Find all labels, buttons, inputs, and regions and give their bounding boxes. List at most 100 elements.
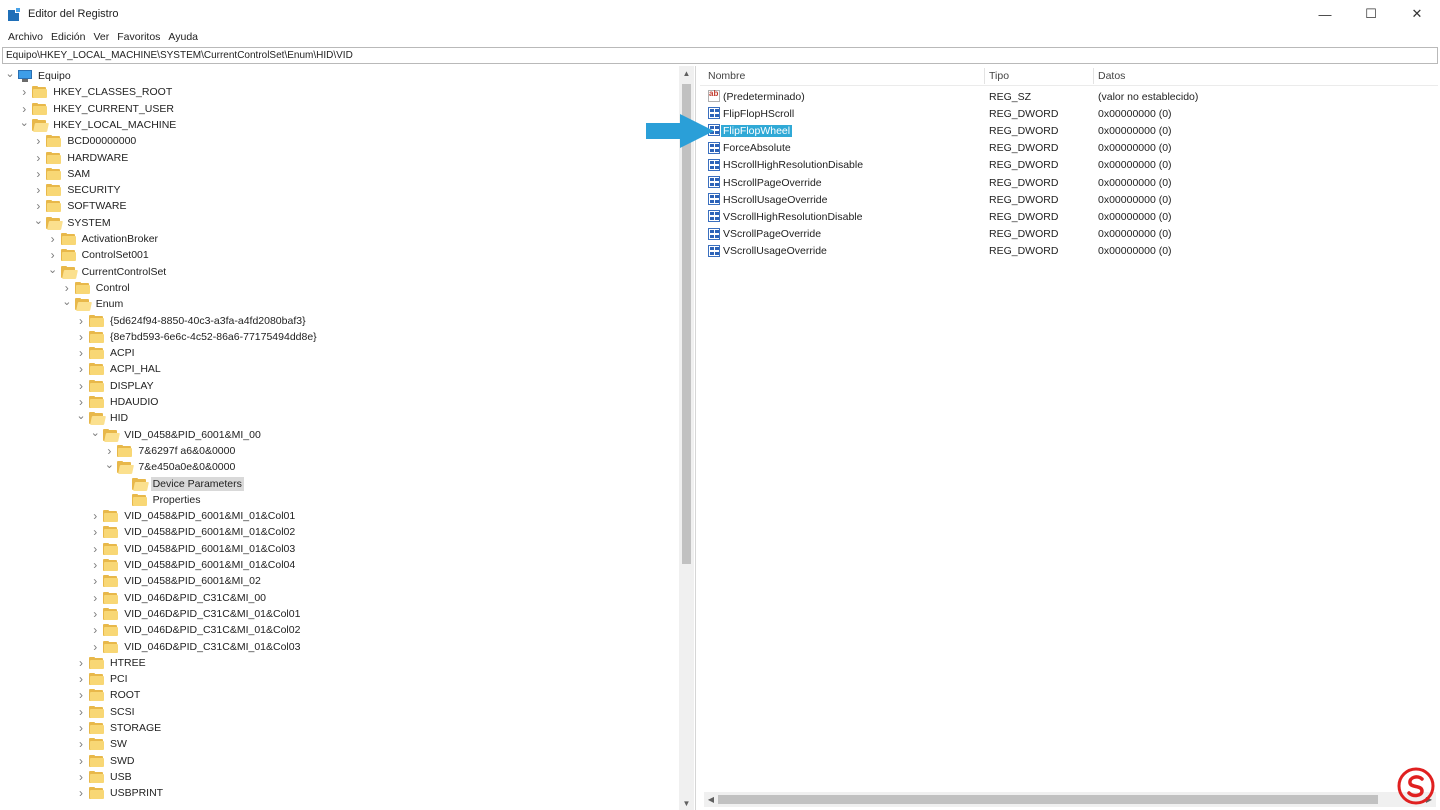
tree-node[interactable]: › BCD00000000 [32, 133, 138, 149]
tree-node[interactable]: › VID_046D&PID_C31C&MI_00 [89, 590, 268, 606]
chevron-right-icon[interactable]: › [75, 313, 87, 329]
chevron-down-icon[interactable]: ⌄ [47, 261, 59, 277]
chevron-right-icon[interactable]: › [75, 785, 87, 801]
tree-node[interactable]: › HARDWARE [32, 150, 130, 166]
chevron-right-icon[interactable]: › [89, 573, 101, 589]
tree-node[interactable]: › VID_0458&PID_6001&MI_01&Col04 [89, 557, 297, 573]
tree-node[interactable]: › {8e7bd593-6e6c-4c52-86a6-77175494dd8e} [75, 329, 319, 345]
tree-node[interactable]: › SCSI [75, 704, 137, 720]
tree-node[interactable]: Properties [118, 492, 203, 508]
column-divider[interactable] [1093, 68, 1094, 84]
close-button[interactable]: ✕ [1394, 0, 1440, 28]
tree-node[interactable]: › HKEY_CURRENT_USER [18, 101, 176, 117]
value-row[interactable]: VScrollUsageOverride REG_DWORD 0x00000000 … [700, 243, 1438, 260]
minimize-button[interactable]: — [1302, 0, 1348, 28]
chevron-right-icon[interactable]: › [89, 590, 101, 606]
chevron-down-icon[interactable]: ⌄ [75, 408, 87, 424]
tree-node[interactable]: › VID_0458&PID_6001&MI_01&Col01 [89, 508, 297, 524]
chevron-right-icon[interactable]: › [89, 557, 101, 573]
tree-node[interactable]: › HTREE [75, 655, 148, 671]
menu-ayuda[interactable]: Ayuda [164, 31, 202, 43]
chevron-right-icon[interactable]: › [32, 150, 44, 166]
chevron-right-icon[interactable]: › [75, 769, 87, 785]
chevron-right-icon[interactable]: › [18, 84, 30, 100]
tree-node[interactable]: › VID_046D&PID_C31C&MI_01&Col03 [89, 639, 302, 655]
tree-node[interactable]: › PCI [75, 671, 130, 687]
chevron-down-icon[interactable]: ⌄ [89, 424, 101, 440]
column-divider[interactable] [984, 68, 985, 84]
tree-node[interactable]: › 7&6297f a6&0&0000 [103, 443, 237, 459]
list-scroll-thumb[interactable] [718, 795, 1378, 804]
tree-node[interactable]: › VID_046D&PID_C31C&MI_01&Col01 [89, 606, 302, 622]
menu-edicion[interactable]: Edición [47, 31, 89, 43]
value-row[interactable]: FlipFlopWheel REG_DWORD 0x00000000 (0) [700, 122, 1438, 139]
chevron-down-icon[interactable]: ⌄ [103, 457, 115, 473]
tree-node[interactable]: › USB [75, 769, 134, 785]
tree-node[interactable]: › VID_0458&PID_6001&MI_01&Col03 [89, 541, 297, 557]
chevron-down-icon[interactable]: ⌄ [18, 114, 30, 130]
tree-node[interactable]: Device Parameters [118, 476, 244, 492]
chevron-right-icon[interactable]: › [75, 361, 87, 377]
value-row[interactable]: HScrollHighResolutionDisable REG_DWORD 0x0… [700, 157, 1438, 174]
value-row[interactable]: VScrollPageOverride REG_DWORD 0x00000000 (… [700, 226, 1438, 243]
tree-node[interactable]: ⌄ HID [75, 410, 130, 426]
tree-node[interactable]: › ActivationBroker [47, 231, 160, 247]
list-horizontal-scrollbar[interactable]: ◀ ▶ [704, 792, 1436, 807]
tree-node[interactable]: › VID_0458&PID_6001&MI_02 [89, 573, 263, 589]
chevron-down-icon[interactable]: ⌄ [4, 66, 16, 82]
tree-node[interactable]: ⌄ Equipo [4, 68, 73, 84]
chevron-right-icon[interactable]: › [32, 166, 44, 182]
chevron-down-icon[interactable]: ⌄ [32, 212, 44, 228]
tree-node[interactable]: › ACPI_HAL [75, 361, 163, 377]
chevron-right-icon[interactable]: › [75, 736, 87, 752]
tree-vertical-scrollbar[interactable]: ▲ ▼ [679, 66, 694, 810]
tree-node[interactable]: › SECURITY [32, 182, 122, 198]
tree-node[interactable]: ⌄ VID_0458&PID_6001&MI_00 [89, 427, 263, 443]
menu-ver[interactable]: Ver [89, 31, 113, 43]
tree-node[interactable]: › HDAUDIO [75, 394, 160, 410]
tree-node[interactable]: ⌄ 7&e450a0e&0&0000 [103, 459, 237, 475]
scroll-up-icon[interactable]: ▲ [679, 66, 694, 80]
chevron-right-icon[interactable]: › [75, 753, 87, 769]
tree-node[interactable]: › VID_0458&PID_6001&MI_01&Col02 [89, 524, 297, 540]
maximize-button[interactable]: ☐ [1348, 0, 1394, 28]
tree-node[interactable]: › USBPRINT [75, 785, 165, 801]
tree-node[interactable]: ⌄ Enum [61, 296, 125, 312]
tree-node[interactable]: ⌄ HKEY_LOCAL_MACHINE [18, 117, 178, 133]
chevron-right-icon[interactable]: › [75, 378, 87, 394]
value-row[interactable]: HScrollUsageOverride REG_DWORD 0x00000000 … [700, 191, 1438, 208]
menu-favoritos[interactable]: Favoritos [113, 31, 164, 43]
tree-node[interactable]: › ControlSet001 [47, 247, 151, 263]
chevron-down-icon[interactable]: ⌄ [61, 294, 73, 310]
chevron-right-icon[interactable]: › [75, 687, 87, 703]
scroll-left-icon[interactable]: ◀ [704, 792, 718, 807]
tree-node[interactable]: › HKEY_CLASSES_ROOT [18, 84, 174, 100]
chevron-right-icon[interactable]: › [89, 524, 101, 540]
value-row[interactable]: FlipFlopHScroll REG_DWORD 0x00000000 (0) [700, 105, 1438, 122]
tree-node[interactable]: › VID_046D&PID_C31C&MI_01&Col02 [89, 622, 302, 638]
chevron-right-icon[interactable]: › [89, 508, 101, 524]
chevron-right-icon[interactable]: › [89, 622, 101, 638]
chevron-right-icon[interactable]: › [47, 231, 59, 247]
value-row[interactable]: ForceAbsolute REG_DWORD 0x00000000 (0) [700, 140, 1438, 157]
tree-node[interactable]: › SW [75, 736, 129, 752]
tree-node[interactable]: ⌄ CurrentControlSet [47, 264, 169, 280]
scroll-down-icon[interactable]: ▼ [679, 796, 694, 810]
value-row[interactable]: VScrollHighResolutionDisable REG_DWORD 0x0… [700, 208, 1438, 225]
chevron-right-icon[interactable]: › [75, 704, 87, 720]
tree-node[interactable]: › DISPLAY [75, 378, 156, 394]
chevron-right-icon[interactable]: › [89, 541, 101, 557]
chevron-right-icon[interactable]: › [75, 671, 87, 687]
tree-node[interactable]: › STORAGE [75, 720, 163, 736]
chevron-right-icon[interactable]: › [75, 655, 87, 671]
column-header-name[interactable]: Nombre [708, 70, 745, 82]
chevron-right-icon[interactable]: › [32, 182, 44, 198]
tree-scroll-thumb[interactable] [682, 84, 691, 564]
tree-node[interactable]: › SAM [32, 166, 92, 182]
tree-node[interactable]: › SWD [75, 753, 137, 769]
tree-node[interactable]: › ROOT [75, 687, 142, 703]
tree-node[interactable]: ⌄ SYSTEM [32, 215, 112, 231]
chevron-right-icon[interactable]: › [89, 639, 101, 655]
menu-archivo[interactable]: Archivo [4, 31, 47, 43]
column-header-data[interactable]: Datos [1098, 70, 1125, 82]
